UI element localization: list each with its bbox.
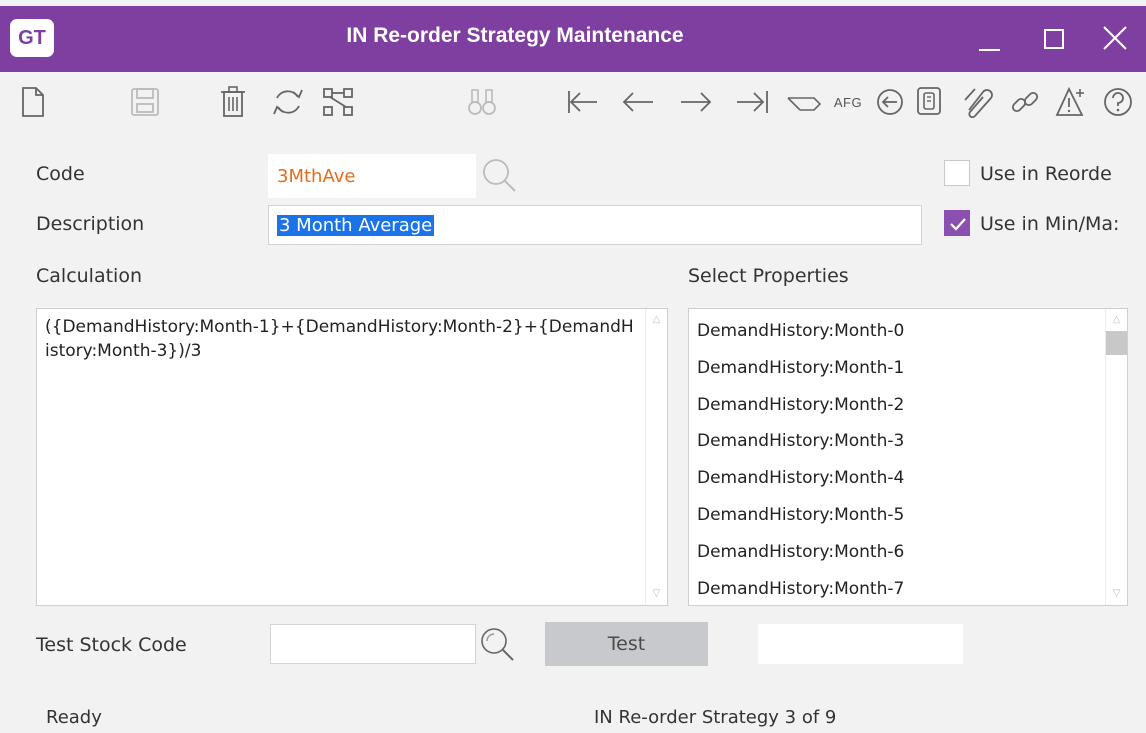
warning-icon[interactable] (1052, 82, 1092, 122)
title-bar: GT IN Re-order Strategy Maintenance (0, 6, 1146, 72)
status-ready: Ready (46, 707, 102, 728)
list-item[interactable]: DemandHistory:Month-2 (697, 387, 1097, 424)
link-icon[interactable] (1006, 82, 1044, 122)
calculation-textarea[interactable]: ({DemandHistory:Month-1}+{DemandHistory:… (36, 308, 668, 606)
scroll-down-icon[interactable]: ▽ (1106, 585, 1127, 603)
select-properties-label: Select Properties (688, 265, 849, 287)
description-input[interactable]: 3 Month Average (268, 205, 922, 245)
use-in-reorder-label: Use in Reorde (980, 163, 1112, 185)
list-item[interactable]: DemandHistory:Month-5 (697, 497, 1097, 534)
new-icon[interactable] (16, 82, 50, 122)
properties-scrollbar[interactable]: △ ▽ (1105, 309, 1127, 605)
afg-icon[interactable]: AFG (828, 82, 868, 122)
list-item[interactable]: DemandHistory:Month-6 (697, 534, 1097, 571)
maximize-button[interactable] (1030, 16, 1076, 62)
test-stock-code-input[interactable] (270, 624, 476, 664)
tree-icon[interactable] (318, 82, 358, 122)
delete-icon[interactable] (216, 82, 250, 122)
last-icon[interactable] (732, 82, 774, 122)
document-icon[interactable] (912, 82, 948, 122)
refresh-icon[interactable] (268, 82, 308, 122)
stock-search-icon[interactable] (478, 624, 518, 668)
code-search-icon[interactable] (480, 156, 520, 198)
next-icon[interactable] (676, 82, 716, 122)
code-label: Code (36, 163, 85, 185)
use-in-minmax-label: Use in Min/Ma: (980, 213, 1120, 235)
list-item[interactable]: DemandHistory:Month-4 (697, 460, 1097, 497)
status-record-position: IN Re-order Strategy 3 of 9 (594, 707, 837, 728)
code-input[interactable]: 3MthAve (268, 154, 476, 198)
calculation-text: ({DemandHistory:Month-1}+{DemandHistory:… (45, 317, 634, 361)
first-icon[interactable] (562, 82, 602, 122)
list-item[interactable]: DemandHistory:Month-7 (697, 571, 1097, 605)
calculation-scrollbar[interactable]: △ ▽ (645, 309, 667, 605)
back-circle-icon[interactable] (872, 82, 908, 122)
save-icon[interactable] (126, 82, 164, 122)
previous-icon[interactable] (618, 82, 658, 122)
list-item[interactable]: DemandHistory:Month-1 (697, 350, 1097, 387)
use-in-minmax-checkbox[interactable] (944, 210, 970, 236)
test-button[interactable]: Test (545, 622, 708, 666)
scroll-up-icon[interactable]: △ (646, 311, 667, 329)
list-item[interactable]: DemandHistory:Month-0 (697, 313, 1097, 350)
find-icon[interactable] (462, 82, 502, 122)
minimize-button[interactable] (966, 16, 1012, 62)
properties-listbox[interactable]: DemandHistory:Month-0 DemandHistory:Mont… (688, 308, 1128, 606)
scroll-up-icon[interactable]: △ (1106, 311, 1127, 329)
list-item[interactable]: DemandHistory:Month-3 (697, 423, 1097, 460)
app-logo: GT (10, 19, 54, 57)
code-value: 3MthAve (277, 165, 356, 187)
close-button[interactable] (1092, 16, 1138, 62)
description-value: 3 Month Average (277, 214, 435, 236)
checkmark-icon (950, 218, 966, 231)
toolbar: AFG (0, 78, 1146, 126)
maintenance-window: GT IN Re-order Strategy Maintenance AFG … (0, 0, 1146, 733)
window-title: IN Re-order Strategy Maintenance (346, 24, 684, 47)
help-icon[interactable] (1098, 82, 1138, 122)
description-label: Description (36, 213, 145, 235)
test-result-field (758, 624, 963, 664)
calculation-label: Calculation (36, 265, 142, 287)
scroll-thumb[interactable] (1106, 331, 1127, 355)
scroll-down-icon[interactable]: ▽ (646, 585, 667, 603)
use-in-reorder-checkbox[interactable] (944, 160, 970, 186)
tag-icon[interactable] (784, 82, 824, 122)
test-stock-code-label: Test Stock Code (36, 634, 187, 656)
attach-icon[interactable] (958, 82, 998, 122)
